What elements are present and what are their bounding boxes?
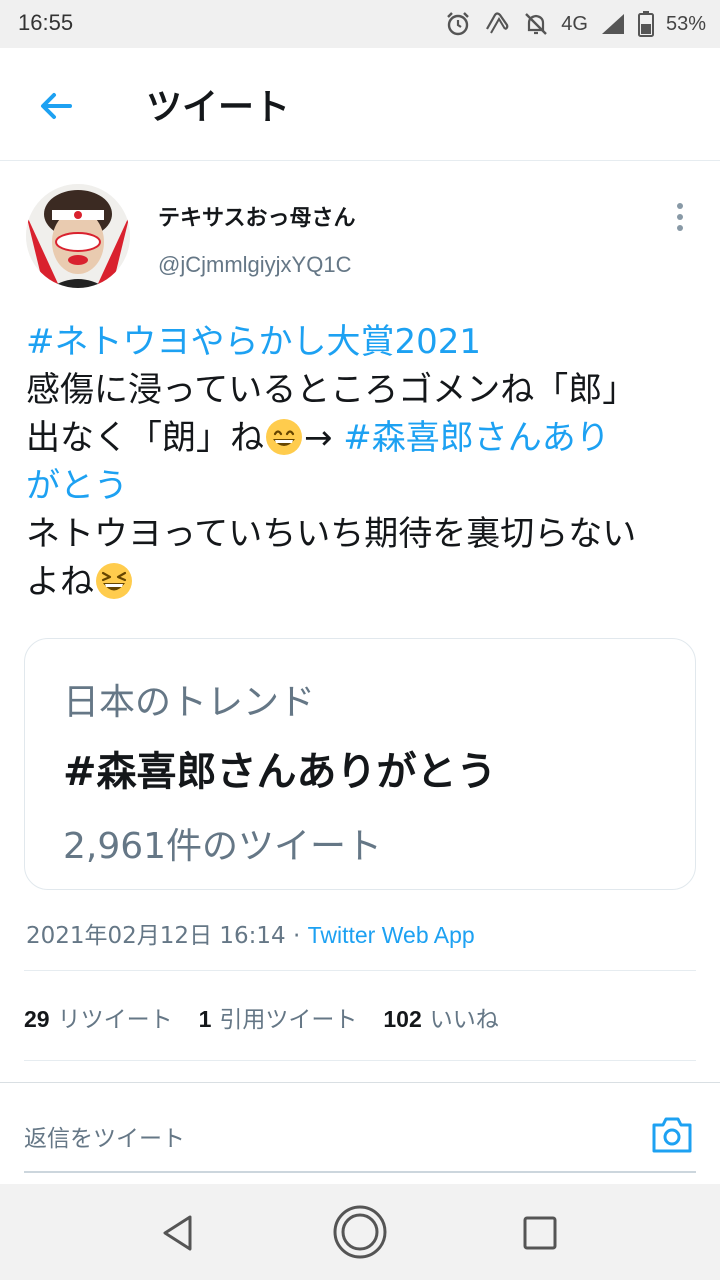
- tweet-line: 感傷に浸っているところゴメンね「郎」: [26, 370, 637, 410]
- arrow-left-icon[interactable]: [34, 84, 78, 128]
- camera-icon[interactable]: [650, 1115, 694, 1155]
- notifications-off-icon: [525, 13, 548, 35]
- divider: [24, 970, 696, 971]
- reply-input[interactable]: 返信をツイート: [24, 1119, 185, 1153]
- reply-composer: 返信をツイート: [0, 1082, 720, 1185]
- network-type: 4G: [561, 12, 588, 35]
- tweet-fragment: よね: [26, 562, 94, 602]
- tweet-line: 出なく「朗」ね → #森喜郎さんあり: [26, 414, 706, 462]
- home-circle-icon[interactable]: [332, 1204, 388, 1260]
- tweet-line: がとう: [26, 462, 706, 510]
- laughing-face-emoji: [96, 563, 132, 599]
- tweet-text: #ネトウヨやらかし大賞2021 感傷に浸っているところゴメンね「郎」 出なく「朗…: [26, 318, 706, 606]
- tweet-line: #ネトウヨやらかし大賞2021: [26, 318, 706, 366]
- battery-icon: [637, 11, 654, 37]
- hashtag-link[interactable]: #森喜郎さんあり: [343, 418, 610, 458]
- page-title: ツイート: [146, 87, 291, 128]
- divider: [24, 1060, 696, 1061]
- signal-icon: [601, 14, 624, 34]
- reply-underline: [24, 1171, 696, 1173]
- likes-stat[interactable]: 102 いいね: [383, 1000, 498, 1034]
- author-display-name[interactable]: テキサスおっ母さん: [158, 200, 356, 232]
- alarm-icon: [447, 12, 470, 36]
- retweets-count: 29: [24, 1006, 50, 1032]
- attached-image-card[interactable]: 日本のトレンド #森喜郎さんありがとう 2,961件のツイート: [24, 638, 696, 890]
- tweet-source-link[interactable]: Twitter Web App: [308, 922, 475, 948]
- quotes-count: 1: [198, 1006, 212, 1032]
- recents-square-icon[interactable]: [522, 1215, 558, 1251]
- more-options-icon[interactable]: [670, 202, 690, 232]
- system-navigation-bar: [0, 1184, 720, 1280]
- retweets-label: リツイート: [57, 1007, 173, 1033]
- avatar-image: [26, 184, 130, 288]
- tweet-stats: 29 リツイート 1 引用ツイート 102 いいね: [24, 1000, 499, 1034]
- trend-hashtag: #森喜郎さんありがとう: [63, 749, 497, 795]
- tweet-line: ネトウヨっていちいち期待を裏切らない: [26, 514, 637, 554]
- status-bar: 16:55 4G 53%: [0, 0, 720, 48]
- top-app-bar: ツイート: [0, 48, 720, 161]
- arrow-text: →: [304, 418, 344, 458]
- quotes-label: 引用ツイート: [219, 1007, 358, 1033]
- likes-label: いいね: [429, 1007, 499, 1033]
- retweets-stat[interactable]: 29 リツイート: [24, 1000, 173, 1034]
- tweet-meta: 2021年02月12日 16:14 · Twitter Web App: [26, 916, 475, 950]
- battery-level: 53%: [665, 12, 706, 35]
- nfc-icon: [486, 12, 509, 34]
- quotes-stat[interactable]: 1 引用ツイート: [199, 1000, 358, 1034]
- hashtag-link[interactable]: #ネトウヨやらかし大賞2021: [26, 322, 481, 362]
- tweet-timestamp: 2021年02月12日 16:14: [26, 923, 286, 949]
- trend-tweet-count: 2,961件のツイート: [63, 826, 383, 867]
- meta-separator: ·: [292, 923, 301, 949]
- status-time: 16:55: [18, 10, 74, 35]
- trend-label: 日本のトレンド: [63, 682, 316, 723]
- back-triangle-icon[interactable]: [160, 1214, 196, 1252]
- likes-count: 102: [383, 1006, 422, 1032]
- status-icons: 4G 53%: [445, 8, 706, 40]
- avatar[interactable]: [26, 184, 130, 288]
- tweet-fragment: 出なく「朗」ね: [26, 418, 264, 458]
- author-handle[interactable]: @jCjmmlgiyjxYQ1C: [158, 252, 351, 278]
- hashtag-link-continued[interactable]: がとう: [26, 466, 128, 506]
- tweet-line: よね: [26, 558, 706, 606]
- grinning-face-emoji: [266, 419, 302, 455]
